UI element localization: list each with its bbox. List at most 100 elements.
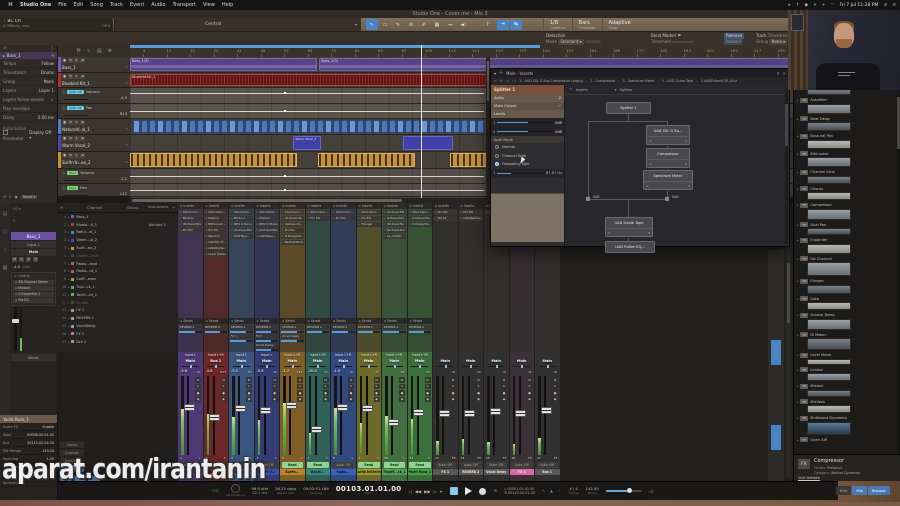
channel-instrument[interactable]: Kontakt 5 — [149, 223, 166, 227]
inserts-header[interactable]: ⊙Inserts — [203, 203, 228, 209]
browser-item-level-meter[interactable]: ▸ FX Level Meter — [794, 352, 900, 359]
insert-slot[interactable]: ⊙ UADRealVe... — [459, 215, 483, 221]
mute-button[interactable]: M — [399, 377, 405, 383]
strip-value-row[interactable]: ‹0› — [459, 368, 484, 375]
mute-tool[interactable]: ▦ — [431, 19, 443, 30]
audio-clip-vocal[interactable] — [397, 120, 404, 133]
audio-clip-vocal[interactable] — [277, 120, 284, 133]
channel-name[interactable]: Bluebi...it_1 — [76, 223, 97, 227]
visit-website-link[interactable]: Visit Website — [798, 476, 820, 480]
insert-slot[interactable]: ⊙ Pro EQ — [433, 209, 457, 215]
browser-item-name[interactable]: Bitcrusher — [810, 152, 828, 156]
fader-track[interactable] — [493, 376, 495, 455]
strip-value-row[interactable]: -3.6 ‹0› — [178, 368, 203, 375]
console-channel-row[interactable]: 3 ▸ Natur...al_1 — [57, 229, 178, 237]
browser-item-name[interactable]: Multiband Dynamics — [810, 416, 847, 420]
audio-clip-vocal[interactable] — [269, 120, 276, 133]
inspector-pin-icon[interactable]: ❘ — [50, 46, 54, 51]
channel-nav[interactable]: LQ ▾ — [13, 207, 21, 211]
plugin-tab-4[interactable]: 4 - UAD Oxide Tape — [662, 79, 694, 83]
mixer-strip-fx-1[interactable]: ⊙ Inserts ⊙ Pro EQ ⊙ RC 24 Main ‹0› M S ● ◉ 13 FX Aut… — [433, 203, 458, 481]
plugin-thumbnail[interactable] — [807, 208, 851, 220]
insert-slot[interactable]: ⊙ (OctoparDk... — [408, 215, 432, 221]
browser-item-name[interactable]: Compressor — [810, 203, 832, 207]
inserts-header[interactable]: ⊙Inserts — [254, 203, 279, 209]
automation-mode-button[interactable]: Auto: Off — [485, 462, 507, 468]
monitor-button[interactable]: ◉ — [220, 396, 227, 402]
audio-clip-vocal[interactable] — [469, 120, 476, 133]
insert-slot[interactable]: ⊙ SSLChann... — [280, 209, 304, 215]
monitor-button[interactable]: ◉ — [271, 396, 278, 402]
sends-header[interactable]: ⊙ Sends — [229, 318, 254, 324]
mute-button[interactable]: M — [297, 377, 303, 383]
track-name[interactable]: Surfin'In..eo_2 — [62, 160, 122, 165]
channel-fader-thumb[interactable] — [12, 319, 19, 323]
send-level[interactable] — [204, 330, 227, 333]
solo-button[interactable]: S — [424, 383, 431, 389]
audio-clip-vocal[interactable] — [317, 120, 324, 133]
insert-slot[interactable]: ⊙ SSLChann... — [229, 209, 253, 215]
strip-value-row[interactable]: -1.6 ‹0› — [331, 368, 356, 375]
arm-button[interactable]: ● — [62, 74, 67, 79]
console-channel-row[interactable]: 14 ▸ REVERB 2 — [57, 314, 178, 322]
fader-track[interactable] — [391, 376, 393, 455]
browser-item-name[interactable]: MixVerb — [810, 400, 824, 404]
browser-item-name[interactable]: Fat Channel — [810, 257, 831, 261]
browser-item-autofilter[interactable]: ▸ FX Autofilter — [794, 97, 900, 104]
channel-name[interactable]: Warm...al_2 — [76, 238, 97, 242]
monitor-button[interactable]: ▪ — [80, 120, 85, 125]
send-slot[interactable]: REVERB 2 — [229, 324, 253, 330]
record-button[interactable]: ● — [220, 390, 227, 396]
mixer-strip-yacht-rock-1[interactable]: ⊙ Inserts ⊙ SSLChann... ⊙ (OctoparDk... ⊙ H-Del… — [407, 203, 432, 481]
console-channel-row[interactable]: 16 ▸ FX 2 — [57, 330, 178, 338]
solo-button[interactable]: S — [74, 136, 79, 141]
insert-slot[interactable]: ⊙ (OctoparNo... — [382, 221, 406, 227]
mute-button[interactable]: M — [68, 136, 73, 141]
channel-name[interactable]: REVERB 2 — [76, 316, 93, 320]
browser-item-flanger[interactable]: ▸ FX Flanger — [794, 278, 900, 285]
console-channel-row[interactable]: 10 ▸ Tripl...ck_1 — [57, 283, 178, 291]
channel-sends-label[interactable]: Sends — [11, 354, 56, 361]
browser-item-bitcrusher[interactable]: ▸ FX Bitcrusher — [794, 150, 900, 157]
insert-slot[interactable]: ⊙ UADApollo... — [280, 221, 304, 227]
mixer-strip-reverb-2[interactable]: ⊙ Inserts ⊙ Pro EQ ⊙ UADRealVe... Main ‹0› M S ● ◉… — [458, 203, 484, 481]
plugin-tab-2[interactable]: 2 - Compressor — [590, 79, 615, 83]
automation-node[interactable] — [284, 92, 286, 95]
insert-slot[interactable]: ⊙ Mixtool — [229, 215, 253, 221]
parameter-value-dropdown[interactable]: Display Off ▾ — [29, 130, 54, 140]
inserts-header[interactable]: ⊙Inserts — [382, 203, 407, 209]
browser-item-name[interactable]: Mixtool — [810, 384, 823, 388]
strip-name-label[interactable]: Surfin InStereo — [356, 469, 381, 475]
menu-item-transport[interactable]: Transport — [173, 2, 196, 8]
monitor-button[interactable]: ▪ — [80, 58, 85, 63]
record-button[interactable]: ● — [246, 390, 252, 396]
add-icon[interactable]: ＋ — [499, 70, 503, 76]
console-channel-row[interactable]: 9 ▸ Surfi...ereo — [57, 275, 178, 283]
split-mode-option-frequency-split[interactable]: Frequency Split — [491, 160, 564, 169]
strip-name-label[interactable]: FX 2 — [509, 469, 534, 475]
solo-button[interactable]: S — [322, 383, 329, 389]
node-uad-pultec-eq[interactable]: UAD Pultec EQ... — [605, 241, 655, 253]
splitter-setting-row[interactable]: Levels — [491, 110, 564, 118]
strip-name-label[interactable]: Vocal Delay — [484, 469, 509, 475]
automation-name[interactable]: Pan — [86, 105, 93, 110]
inspector-row[interactable]: Delay 0.00 ms — [0, 113, 57, 122]
track-name[interactable]: Warm Vocal_2 — [62, 143, 122, 148]
track-name[interactable]: Bass_1 — [62, 65, 122, 70]
console-channel-row[interactable]: 5 ▸ Surfi...eo_2 — [57, 244, 178, 252]
channel-output[interactable]: Main — [11, 248, 56, 256]
insert-slot[interactable]: ⊙(OctoparMix... — [178, 221, 202, 227]
audio-clip-vocal[interactable] — [445, 120, 452, 133]
upload-status-icon[interactable]: ↑ — [796, 3, 800, 8]
audio-clip-warm[interactable]: Warm Vocal_2 — [293, 136, 322, 150]
menubar-clock[interactable]: Fri 7 Jul 11:28 PM — [839, 3, 878, 8]
inspector-row-value[interactable]: Layer 1 — [39, 88, 54, 93]
mute-button[interactable]: M — [68, 120, 73, 125]
mute-button[interactable]: M — [424, 377, 431, 383]
event-fx-row[interactable]: End 00115.02.04.34 — [0, 439, 57, 447]
plugin-thumbnail[interactable] — [807, 284, 851, 294]
console-scrollbar[interactable] — [786, 207, 791, 477]
plugin-window-icon-3[interactable]: ▷) — [512, 79, 516, 83]
send-slot[interactable]: REVERB 2 — [255, 324, 279, 330]
automation-curve[interactable] — [130, 111, 485, 112]
